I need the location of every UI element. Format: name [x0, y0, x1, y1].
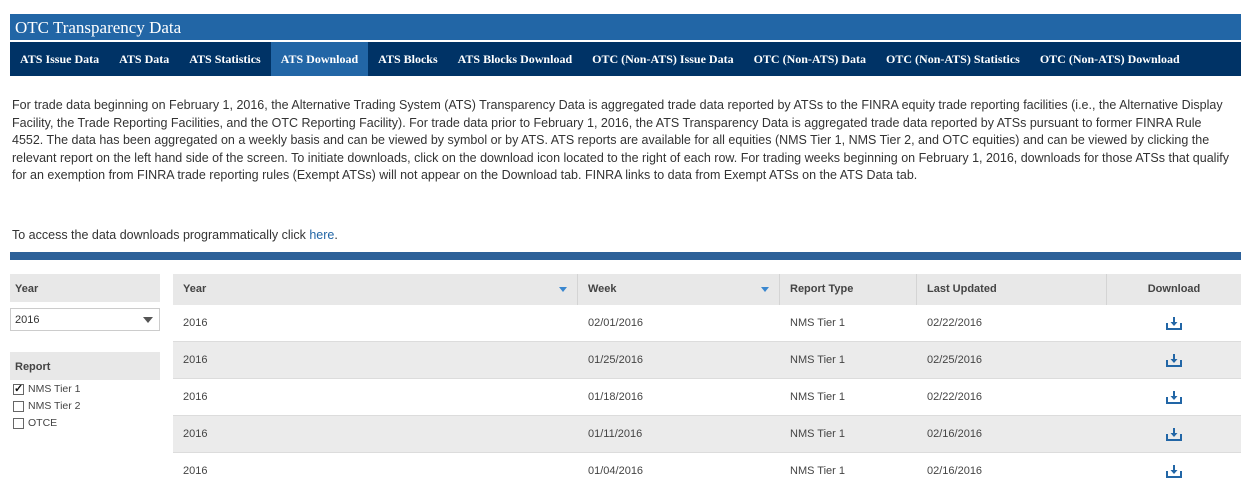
- access-label: To access the data downloads programmati…: [12, 228, 310, 242]
- year-select-value: 2016: [15, 314, 40, 326]
- report-option-nms-tier-2[interactable]: NMS Tier 2: [13, 399, 81, 413]
- here-link[interactable]: here: [309, 228, 334, 242]
- report-type-cell: NMS Tier 1: [790, 428, 846, 440]
- report-option-label: NMS Tier 2: [28, 400, 81, 412]
- report-filter-header: Report: [10, 352, 160, 380]
- report-option-otce[interactable]: OTCE: [13, 416, 57, 430]
- table-row: 2016 01/11/2016 NMS Tier 1 02/16/2016: [173, 416, 1241, 453]
- checkbox-unchecked-icon[interactable]: [13, 400, 24, 412]
- week-cell: 01/11/2016: [588, 428, 643, 440]
- section-divider: [10, 252, 1241, 260]
- download-cell: [1107, 379, 1241, 416]
- sort-arrow-icon[interactable]: [559, 287, 567, 292]
- report-option-label: NMS Tier 1: [28, 383, 81, 395]
- column-header-last-updated: Last Updated: [917, 274, 1107, 305]
- week-cell: 02/01/2016: [588, 317, 644, 329]
- report-option-label: OTCE: [28, 417, 58, 429]
- page-title: OTC Transparency Data: [10, 14, 1241, 40]
- week-cell: 01/25/2016: [588, 354, 644, 366]
- column-header-label: Year: [183, 283, 207, 295]
- table-row: 2016 01/18/2016 NMS Tier 1 02/22/2016: [173, 379, 1241, 416]
- column-header-report-type: Report Type: [780, 274, 917, 305]
- year-cell: 2016: [183, 391, 208, 403]
- tab-otc-statistics[interactable]: OTC (Non-ATS) Statistics: [876, 42, 1030, 76]
- checkbox-unchecked-icon[interactable]: [13, 417, 24, 429]
- intro-paragraph: For trade data beginning on February 1, …: [12, 98, 1229, 183]
- year-select[interactable]: 2016: [10, 308, 160, 331]
- download-icon[interactable]: [1166, 390, 1182, 405]
- tab-ats-blocks-download[interactable]: ATS Blocks Download: [448, 42, 582, 76]
- table-row: 2016 02/01/2016 NMS Tier 1 02/22/2016: [173, 305, 1241, 342]
- year-cell: 2016: [183, 317, 208, 329]
- year-cell: 2016: [183, 428, 208, 440]
- checkbox-checked-icon[interactable]: ✓: [13, 383, 24, 395]
- tab-ats-blocks[interactable]: ATS Blocks: [368, 42, 447, 76]
- tab-otc-data[interactable]: OTC (Non-ATS) Data: [744, 42, 876, 76]
- download-cell: [1107, 416, 1241, 453]
- tab-ats-download[interactable]: ATS Download: [270, 42, 369, 76]
- access-text: To access the data downloads programmati…: [12, 228, 338, 242]
- chevron-down-icon: [143, 317, 153, 323]
- download-icon[interactable]: [1166, 353, 1182, 368]
- report-option-nms-tier-1[interactable]: ✓ NMS Tier 1: [13, 382, 81, 396]
- report-type-cell: NMS Tier 1: [790, 354, 846, 366]
- tab-otc-issue-data[interactable]: OTC (Non-ATS) Issue Data: [582, 42, 743, 76]
- column-header-year[interactable]: Year: [173, 274, 578, 305]
- access-end: .: [334, 228, 338, 242]
- last-updated-cell: 02/25/2016: [927, 354, 983, 366]
- download-cell: [1107, 342, 1241, 379]
- column-header-week[interactable]: Week: [578, 274, 780, 305]
- report-type-cell: NMS Tier 1: [790, 391, 846, 403]
- week-cell: 01/04/2016: [588, 465, 644, 477]
- year-cell: 2016: [183, 354, 208, 366]
- download-icon[interactable]: [1166, 316, 1182, 331]
- table-row: 2016 01/04/2016 NMS Tier 1 02/16/2016: [173, 453, 1241, 483]
- report-type-cell: NMS Tier 1: [790, 317, 846, 329]
- last-updated-cell: 02/22/2016: [927, 317, 983, 329]
- week-cell: 01/18/2016: [588, 391, 644, 403]
- tab-otc-download[interactable]: OTC (Non-ATS) Download: [1030, 42, 1190, 76]
- report-type-cell: NMS Tier 1: [790, 465, 846, 477]
- download-icon[interactable]: [1166, 427, 1182, 442]
- tab-ats-data[interactable]: ATS Data: [109, 42, 179, 76]
- column-header-label: Week: [588, 283, 617, 295]
- download-cell: [1107, 453, 1241, 483]
- download-cell: [1107, 305, 1241, 342]
- download-icon[interactable]: [1166, 464, 1182, 479]
- main-nav: ATS Issue Data ATS Data ATS Statistics A…: [10, 42, 1241, 76]
- sort-arrow-icon[interactable]: [761, 287, 769, 292]
- last-updated-cell: 02/22/2016: [927, 391, 983, 403]
- table-header: Year Week Report Type Last Updated Downl…: [173, 274, 1241, 305]
- last-updated-cell: 02/16/2016: [927, 428, 983, 440]
- tab-ats-statistics[interactable]: ATS Statistics: [179, 42, 270, 76]
- downloads-table: Year Week Report Type Last Updated Downl…: [173, 274, 1241, 483]
- last-updated-cell: 02/16/2016: [927, 465, 983, 477]
- table-body: 2016 02/01/2016 NMS Tier 1 02/22/2016 2016 01…: [173, 305, 1241, 483]
- table-row: 2016 01/25/2016 NMS Tier 1 02/25/2016: [173, 342, 1241, 379]
- year-cell: 2016: [183, 465, 208, 477]
- column-header-download: Download: [1147, 283, 1201, 295]
- tab-ats-issue-data[interactable]: ATS Issue Data: [10, 42, 109, 76]
- year-filter-header: Year: [10, 274, 160, 302]
